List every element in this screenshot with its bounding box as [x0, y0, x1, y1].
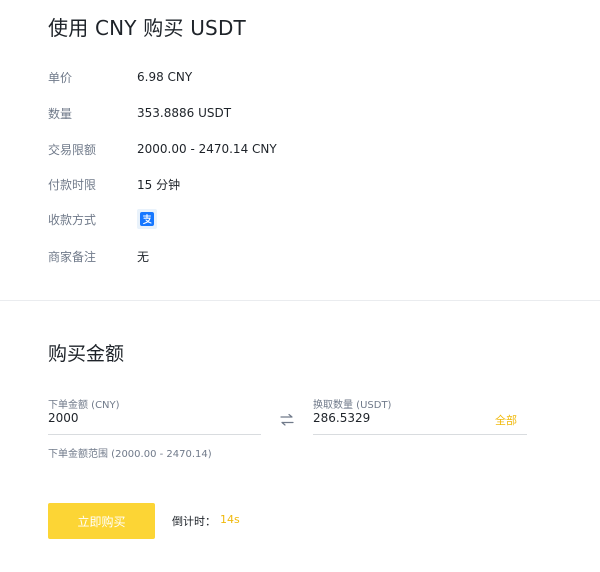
- payment-time-label: 付款时限: [48, 177, 97, 192]
- countdown-value: 14s: [220, 513, 240, 526]
- all-button[interactable]: 全部: [495, 412, 517, 428]
- pay-amount-field: 下单金额 (CNY): [48, 396, 261, 435]
- buy-now-button[interactable]: 立即购买: [48, 503, 155, 539]
- countdown: 倒计时： 14s: [172, 513, 240, 529]
- quantity-label: 数量: [48, 106, 73, 121]
- countdown-label: 倒计时：: [172, 515, 216, 528]
- payment-time-value: 15 分钟: [137, 177, 181, 192]
- merchant-note-value: 无: [137, 249, 150, 264]
- trade-limit-value: 2000.00 - 2470.14 CNY: [137, 142, 277, 156]
- section-divider: [0, 300, 600, 301]
- info-row-quantity: 数量 353.8886 USDT: [48, 103, 231, 123]
- quantity-value: 353.8886 USDT: [137, 106, 232, 120]
- amount-range-hint: 下单金额范围 (2000.00 - 2470.14): [48, 449, 212, 460]
- merchant-note-label: 商家备注: [48, 249, 97, 264]
- swap-arrows-icon[interactable]: [279, 413, 295, 427]
- pay-amount-input[interactable]: [48, 409, 261, 427]
- receive-amount-input[interactable]: [313, 409, 483, 427]
- alipay-icon: [137, 209, 157, 229]
- info-row-payment-time: 付款时限 15 分钟: [48, 174, 180, 194]
- info-row-unit-price: 单价 6.98 CNY: [48, 67, 192, 87]
- purchase-amount-title: 购买金额: [48, 343, 125, 365]
- trade-limit-label: 交易限额: [48, 142, 97, 157]
- info-row-trade-limit: 交易限额 2000.00 - 2470.14 CNY: [48, 139, 277, 159]
- receive-amount-field: 换取数量 (USDT) 全部: [313, 396, 527, 435]
- info-row-merchant-note: 商家备注 无: [48, 246, 149, 266]
- info-row-payment-method: 收款方式: [48, 209, 157, 229]
- payment-method-label: 收款方式: [48, 212, 97, 227]
- page-title: 使用 CNY 购买 USDT: [48, 16, 246, 40]
- unit-price-label: 单价: [48, 70, 73, 85]
- unit-price-value: 6.98 CNY: [137, 70, 193, 84]
